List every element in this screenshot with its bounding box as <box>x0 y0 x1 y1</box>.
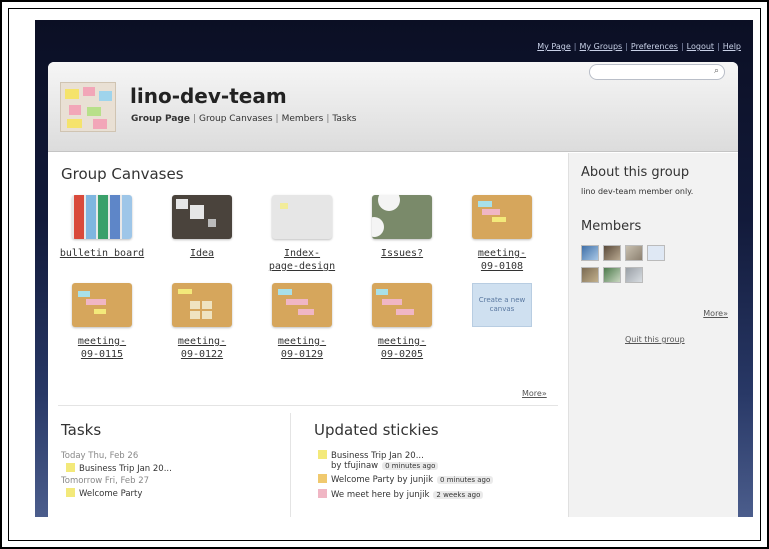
canvas-tile[interactable]: meeting- 09-0129 <box>252 283 352 361</box>
member-avatar[interactable] <box>581 245 599 261</box>
sticky-note-icon <box>66 488 75 497</box>
create-new-canvas-button[interactable]: Create a new canvas <box>472 283 532 327</box>
logout-link[interactable]: Logout <box>687 42 714 51</box>
sticky-note-icon <box>318 450 327 459</box>
task-date-tomorrow: Tomorrow Fri, Feb 27 <box>61 476 150 486</box>
sticky-update-item[interactable]: We meet here by junjik 2 weeks ago <box>318 489 484 500</box>
top-links: My Page | My Groups | Preferences | Logout | Hel… <box>537 42 741 51</box>
group-logo <box>60 82 116 132</box>
member-avatar[interactable] <box>625 267 643 283</box>
member-avatar[interactable] <box>581 267 599 283</box>
help-link[interactable]: Help <box>723 42 741 51</box>
member-avatar[interactable] <box>603 245 621 261</box>
search-input[interactable]: ⌕ <box>589 64 725 80</box>
canvas-tile[interactable]: Idea <box>152 195 252 260</box>
time-badge: 0 minutes ago <box>382 462 439 470</box>
task-item[interactable]: Business Trip Jan 20... <box>66 463 172 474</box>
time-badge: 0 minutes ago <box>437 476 494 484</box>
search-icon: ⌕ <box>713 66 719 76</box>
canvas-title[interactable]: meeting- 09-0108 <box>452 247 552 273</box>
nav-tasks[interactable]: Tasks <box>332 114 356 124</box>
quit-group-link[interactable]: Quit this group <box>625 335 685 344</box>
canvas-thumbnail <box>472 195 532 239</box>
canvas-tile[interactable]: bulletin board <box>52 195 152 260</box>
my-groups-link[interactable]: My Groups <box>579 42 622 51</box>
time-badge: 2 weeks ago <box>433 491 484 499</box>
canvas-title[interactable]: meeting- 09-0115 <box>52 335 152 361</box>
sticky-update-item[interactable]: Business Trip Jan 20... <box>318 450 424 461</box>
canvas-tile[interactable]: Index-page-design <box>252 195 352 273</box>
member-avatar[interactable] <box>603 267 621 283</box>
canvas-title[interactable]: Idea <box>152 247 252 260</box>
sticky-update-item[interactable]: Welcome Party by junjik 0 minutes ago <box>318 474 494 485</box>
canvas-thumbnail <box>372 283 432 327</box>
sticky-note-icon <box>318 489 327 498</box>
group-nav: Group Page | Group Canvases | Members | Tasks <box>131 114 357 124</box>
members-heading: Members <box>581 219 642 234</box>
member-avatar[interactable] <box>647 245 665 261</box>
browser-viewport: My Page | My Groups | Preferences | Logout | Hel… <box>35 20 753 517</box>
canvas-thumbnail <box>372 195 432 239</box>
sticky-note-icon <box>318 474 327 483</box>
group-description: lino dev-team member only. <box>581 187 694 196</box>
canvas-tile[interactable]: meeting- 09-0115 <box>52 283 152 361</box>
canvas-title[interactable]: meeting- 09-0205 <box>352 335 452 361</box>
column-divider <box>290 413 291 517</box>
member-avatar[interactable] <box>625 245 643 261</box>
about-heading: About this group <box>581 165 690 180</box>
group-canvases-heading: Group Canvases <box>61 165 184 183</box>
updated-stickies-heading: Updated stickies <box>314 421 439 439</box>
canvas-thumbnail <box>172 283 232 327</box>
group-sidebar: About this group lino dev-team member on… <box>568 153 738 517</box>
task-item[interactable]: Welcome Party <box>66 488 142 499</box>
canvas-title[interactable]: meeting- 09-0129 <box>252 335 352 361</box>
canvas-thumbnail <box>72 195 132 239</box>
task-date-today: Today Thu, Feb 26 <box>61 451 139 461</box>
canvases-more-link[interactable]: More» <box>522 389 547 398</box>
canvas-title[interactable]: Index-page-design <box>252 247 352 273</box>
canvas-thumbnail <box>272 195 332 239</box>
section-divider <box>58 405 558 406</box>
tasks-heading: Tasks <box>61 421 102 439</box>
canvas-title[interactable]: meeting- 09-0122 <box>152 335 252 361</box>
my-page-link[interactable]: My Page <box>537 42 571 51</box>
nav-group-canvases[interactable]: Group Canvases <box>199 114 273 124</box>
canvas-title[interactable]: Issues? <box>352 247 452 260</box>
create-canvas-tile[interactable]: Create a new canvas <box>452 283 552 327</box>
canvas-tile[interactable]: meeting- 09-0108 <box>452 195 552 273</box>
canvas-tile[interactable]: Issues? <box>352 195 452 260</box>
canvas-thumbnail <box>72 283 132 327</box>
canvas-tile[interactable]: meeting- 09-0205 <box>352 283 452 361</box>
canvas-title[interactable]: bulletin board <box>52 247 152 260</box>
canvas-tile[interactable]: meeting- 09-0122 <box>152 283 252 361</box>
group-title: lino-dev-team <box>130 84 287 108</box>
group-panel: lino-dev-team Group Page | Group Canvases |… <box>48 62 738 517</box>
members-more-link[interactable]: More» <box>703 309 728 318</box>
nav-members[interactable]: Members <box>282 114 324 124</box>
main-content: Group Canvases bulletin board Idea Index… <box>48 153 568 517</box>
sticky-update-meta: by tfujinaw 0 minutes ago <box>331 461 439 471</box>
preferences-link[interactable]: Preferences <box>631 42 678 51</box>
sticky-note-icon <box>66 463 75 472</box>
canvas-thumbnail <box>272 283 332 327</box>
nav-group-page[interactable]: Group Page <box>131 114 190 124</box>
canvas-thumbnail <box>172 195 232 239</box>
